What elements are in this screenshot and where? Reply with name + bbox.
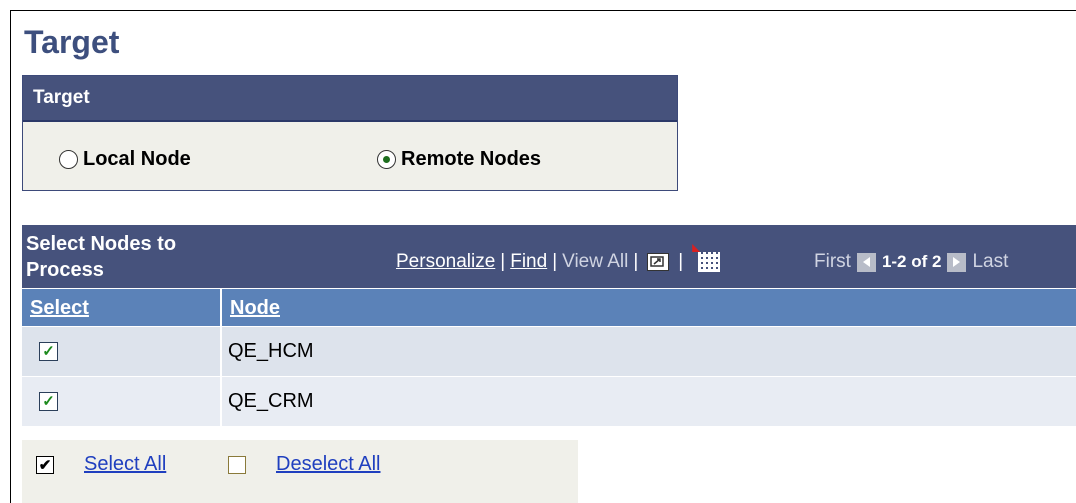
local-node-radio[interactable]: [59, 150, 78, 169]
column-header-select[interactable]: Select: [22, 289, 222, 326]
nav-separator: |: [633, 251, 639, 272]
pager-first-label: First: [814, 251, 851, 272]
local-node-option[interactable]: Local Node: [59, 148, 191, 171]
view-all-link[interactable]: View All: [562, 251, 628, 273]
nav-separator: |: [500, 251, 506, 272]
zoom-grid-icon[interactable]: [647, 253, 670, 271]
grid-column-headers: Select Node: [22, 288, 1076, 326]
remote-nodes-radio[interactable]: [377, 150, 396, 169]
select-all-link[interactable]: Select All: [84, 453, 166, 476]
remote-nodes-label: Remote Nodes: [401, 148, 542, 170]
find-link[interactable]: Find: [510, 251, 547, 273]
select-cell: ✓: [22, 327, 222, 376]
window-frame-left: [10, 10, 11, 503]
radio-selected-dot: [383, 156, 390, 163]
grid-header: Select Nodes to Process Personalize | Fi…: [22, 225, 1076, 288]
row-select-checkbox[interactable]: ✓: [39, 342, 58, 361]
download-spreadsheet-icon[interactable]: [698, 252, 721, 272]
grid-navigation: Personalize | Find | View All | |: [396, 251, 721, 273]
page-title: Target: [24, 24, 120, 60]
previous-page-icon[interactable]: [856, 252, 876, 272]
row-select-checkbox[interactable]: ✓: [39, 392, 58, 411]
pager-count: 1-2 of 2: [881, 252, 942, 271]
column-header-node[interactable]: Node: [222, 289, 1076, 326]
grid-pager: First 1-2 of 2 Last: [814, 251, 1008, 273]
window-frame-top: [10, 10, 1076, 11]
empty-box-icon: [228, 455, 246, 474]
pager-last-label: Last: [972, 251, 1009, 272]
remote-nodes-option[interactable]: Remote Nodes: [377, 148, 541, 171]
node-cell: QE_CRM: [228, 390, 314, 412]
table-row: ✓ QE_HCM: [22, 327, 1076, 377]
local-node-label: Local Node: [83, 148, 191, 170]
nav-separator: |: [678, 251, 684, 272]
node-cell: QE_HCM: [228, 340, 314, 362]
table-row: ✓ QE_CRM: [22, 377, 1076, 427]
target-group-box: Target Local Node Remote Nodes: [22, 75, 678, 191]
deselect-all-link[interactable]: Deselect All: [276, 453, 381, 476]
deselect-all-action[interactable]: Deselect All: [228, 453, 381, 476]
checked-box-icon: ✔: [36, 455, 54, 474]
selection-actions-bar: ✔ Select All Deselect All: [22, 440, 578, 503]
next-page-icon[interactable]: [947, 252, 967, 272]
grid-title: Select Nodes to Process: [26, 233, 177, 281]
select-all-action[interactable]: ✔ Select All: [36, 453, 166, 476]
select-cell: ✓: [22, 377, 222, 426]
nav-separator: |: [552, 251, 558, 272]
target-group-header: Target: [23, 76, 677, 122]
personalize-link[interactable]: Personalize: [396, 251, 495, 273]
